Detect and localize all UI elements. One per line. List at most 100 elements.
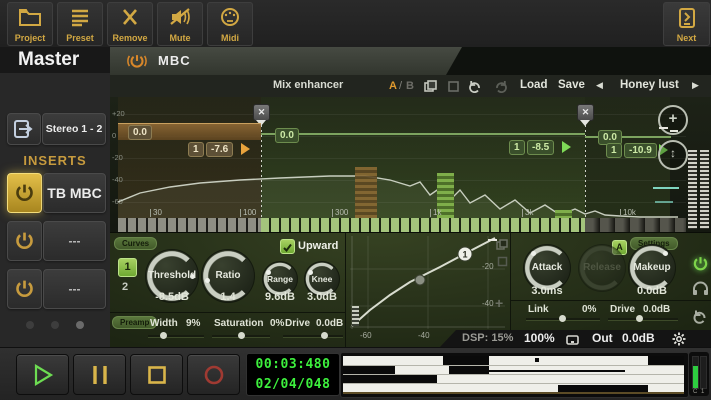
- insert-1-button[interactable]: TB MBC: [43, 173, 106, 213]
- ab-compare-a[interactable]: A: [389, 80, 397, 92]
- band-2-gain-value[interactable]: 0.0: [275, 128, 299, 143]
- save-button[interactable]: Save: [558, 79, 585, 91]
- headphones-listen-icon[interactable]: [692, 281, 709, 301]
- insert-3-power-button[interactable]: [7, 269, 42, 309]
- redo-icon[interactable]: [494, 79, 508, 98]
- paste-band-icon[interactable]: [497, 254, 508, 272]
- remove-label: Remove: [108, 33, 152, 43]
- link-slider[interactable]: [526, 318, 600, 320]
- plugin-header: MBC: [110, 47, 711, 75]
- band-1-index: 1: [188, 142, 204, 157]
- copy-icon[interactable]: [424, 80, 437, 98]
- gain-reduction-bar-small: [555, 210, 572, 218]
- band-select-2[interactable]: 2: [122, 281, 128, 293]
- output-meter-left: [688, 150, 697, 229]
- meter-channel-left: [692, 356, 699, 389]
- mute-label: Mute: [158, 33, 202, 43]
- out-value[interactable]: 0.0dB: [622, 331, 655, 345]
- range-value: 9.6dB: [256, 291, 304, 303]
- upward-label: Upward: [298, 240, 338, 252]
- crossover-line[interactable]: [261, 125, 262, 218]
- band-2-reduction-value: -8.5: [527, 140, 554, 155]
- record-button[interactable]: [187, 354, 240, 395]
- piano-roll-display[interactable]: [340, 352, 689, 398]
- time-display[interactable]: 00:03:480 02/04/048: [246, 353, 340, 396]
- transfer-curve-graph[interactable]: 1: [350, 236, 505, 329]
- vertical-scale-button[interactable]: ↕: [658, 140, 688, 170]
- crossover-line[interactable]: [585, 125, 586, 218]
- preset-category[interactable]: Mix enhancer: [273, 79, 343, 91]
- midi-button[interactable]: Midi: [207, 2, 253, 46]
- crossover-2-remove-button[interactable]: ✕: [577, 104, 594, 121]
- spectrum-curve: [118, 97, 686, 218]
- preset-button[interactable]: Preset: [57, 2, 103, 46]
- insert-3-button[interactable]: ---: [43, 269, 106, 309]
- insert-1-power-button[interactable]: [7, 173, 42, 213]
- curves-tab[interactable]: Curves: [114, 237, 157, 250]
- ab-compare-b[interactable]: B: [406, 80, 414, 92]
- band-2-meter-arrow-icon: [562, 141, 571, 153]
- channel-title: Master: [0, 47, 128, 73]
- play-button[interactable]: [16, 354, 69, 395]
- upward-checkbox[interactable]: [280, 239, 295, 254]
- page-dot-active[interactable]: [76, 321, 84, 329]
- out-label[interactable]: Out: [592, 331, 613, 345]
- revert-icon[interactable]: [692, 308, 708, 329]
- preamp-drive-slider[interactable]: [283, 335, 343, 337]
- band-2-gain-line[interactable]: [261, 133, 585, 135]
- threshold-value: -8.5dB: [140, 291, 204, 303]
- plugin-enable-power-icon[interactable]: [692, 255, 709, 277]
- output-route-button[interactable]: [7, 113, 41, 145]
- channel-io-button[interactable]: Stereo 1 - 2: [42, 113, 106, 145]
- paste-icon[interactable]: [447, 80, 460, 98]
- insert-2-button[interactable]: ---: [43, 221, 106, 261]
- band-3-reduction-value: -10.9: [624, 143, 657, 158]
- saturation-slider[interactable]: [212, 335, 270, 337]
- release-knob[interactable]: Release: [578, 244, 626, 292]
- spectrum-display[interactable]: +20 0 -20 -40 -60 ✕ ✕: [110, 97, 711, 232]
- close-icon: [108, 7, 152, 29]
- app-window: Project Preset Remove Mute Midi: [0, 0, 711, 400]
- stop-button[interactable]: [130, 354, 183, 395]
- zoom-level[interactable]: 100%: [524, 331, 555, 345]
- midi-label: Midi: [208, 33, 252, 43]
- remove-button[interactable]: Remove: [107, 2, 153, 46]
- freq-tick: 30: [150, 209, 162, 217]
- plugin-panel: MBC Mix enhancer A / B Load Save ◀ Ho: [110, 47, 711, 347]
- folder-icon: [8, 7, 52, 29]
- mute-button[interactable]: Mute: [157, 2, 203, 46]
- project-button[interactable]: Project: [7, 2, 53, 46]
- plugin-status-bar: DSP: 15% 100% Out 0.0dB: [440, 330, 711, 347]
- next-button[interactable]: Next: [663, 2, 710, 46]
- band-1-gain-value[interactable]: 0.0: [128, 125, 152, 140]
- makeup-value: 0.0dB: [625, 285, 679, 297]
- load-button[interactable]: Load: [520, 79, 547, 91]
- crossover-2-handle[interactable]: [580, 120, 590, 126]
- link-label: Link: [528, 304, 549, 315]
- settings-drive-slider[interactable]: [608, 318, 678, 320]
- page-dot[interactable]: [26, 321, 34, 329]
- power-icon: [14, 182, 35, 208]
- band-1-meter-arrow-icon: [241, 143, 250, 155]
- next-preset-icon[interactable]: ▶: [692, 80, 699, 91]
- band-select-1[interactable]: 1: [118, 258, 137, 277]
- band-3-index: 1: [606, 143, 622, 158]
- insert-2-power-button[interactable]: [7, 221, 42, 261]
- preset-name[interactable]: Honey lust: [620, 79, 679, 91]
- move-icon[interactable]: +: [495, 295, 503, 311]
- ab-separator: /: [399, 80, 402, 92]
- freq-tick: 100: [240, 209, 256, 217]
- prev-preset-icon[interactable]: ◀: [596, 80, 603, 91]
- crossover-1-remove-button[interactable]: ✕: [253, 104, 270, 121]
- pause-button[interactable]: [73, 354, 126, 395]
- undo-icon[interactable]: [468, 79, 482, 98]
- plugin-power-icon[interactable]: [126, 52, 148, 75]
- saturation-label: Saturation: [214, 318, 263, 329]
- curve-node-grey[interactable]: [415, 275, 425, 285]
- width-slider[interactable]: [148, 335, 204, 337]
- level-meter-widget: C 1: [689, 352, 709, 396]
- mute-speaker-icon: [158, 7, 202, 29]
- panel-divider: [510, 300, 711, 301]
- plugin-tab[interactable]: MBC: [110, 47, 462, 75]
- page-dot[interactable]: [51, 321, 59, 329]
